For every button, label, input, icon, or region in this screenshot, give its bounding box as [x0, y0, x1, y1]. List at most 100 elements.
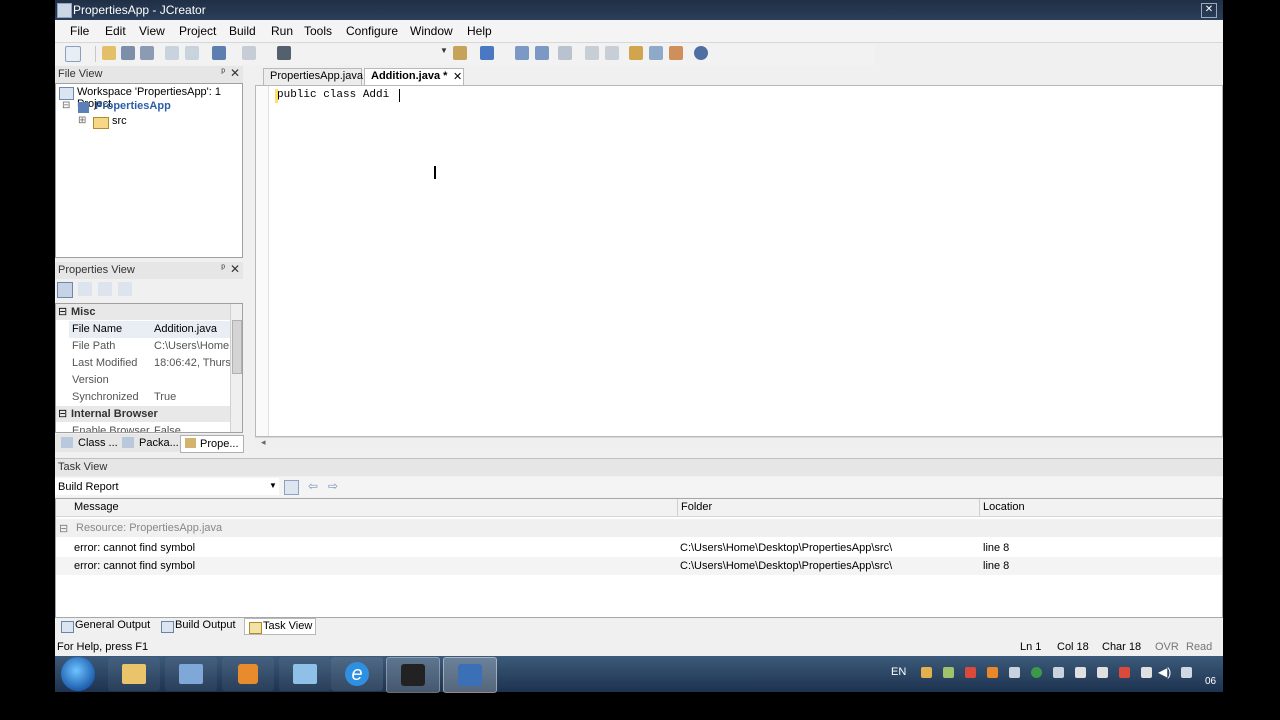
tab-addition-java[interactable]: Addition.java * ✕ — [364, 68, 464, 85]
explorer-taskbar-button[interactable] — [108, 657, 160, 691]
utorrent-icon[interactable] — [1031, 667, 1042, 678]
tray-icon[interactable] — [943, 667, 954, 678]
code-editor[interactable]: public class Addi — [255, 85, 1223, 437]
wand-icon[interactable] — [558, 46, 572, 60]
build-report-select[interactable]: Build Report ▼ — [55, 478, 279, 495]
step-into-icon[interactable] — [535, 46, 549, 60]
collapse-icon[interactable]: ⊟ — [58, 305, 67, 318]
pin-icon[interactable]: ᵖ — [221, 263, 225, 274]
expand-project-icon[interactable]: ⊟ — [62, 100, 70, 111]
collapse-icon[interactable]: ⊟ — [59, 522, 68, 535]
column-folder[interactable]: Folder — [681, 501, 712, 513]
menu-window[interactable]: Window — [410, 24, 453, 38]
menu-tools[interactable]: Tools — [304, 24, 332, 38]
window-icon[interactable] — [649, 46, 663, 60]
expand-src-icon[interactable]: ⊞ — [78, 115, 86, 126]
language-indicator[interactable]: EN — [891, 666, 906, 678]
pin-icon[interactable]: ᵖ — [221, 67, 225, 78]
run-icon[interactable] — [480, 46, 494, 60]
help-icon[interactable] — [694, 46, 708, 60]
resource-group-row[interactable]: ⊟ Resource: PropertiesApp.java — [56, 519, 1222, 537]
menu-run[interactable]: Run — [271, 24, 293, 38]
tab-class-view[interactable]: Class ... — [78, 437, 118, 449]
tray-icon[interactable] — [965, 667, 976, 678]
network-icon[interactable] — [1181, 667, 1192, 678]
tab-properties-view[interactable]: Prope... — [180, 435, 244, 453]
table-row[interactable]: error: cannot find symbol C:\Users\Home\… — [56, 539, 1222, 557]
categorized-icon[interactable] — [57, 282, 73, 298]
jcreator-taskbar-button[interactable] — [443, 657, 497, 693]
collapse-icon[interactable]: ⊟ — [58, 407, 67, 420]
paint-taskbar-button[interactable] — [165, 657, 217, 691]
scroll-left-icon[interactable]: ◂ — [261, 437, 266, 448]
bookmark-icon[interactable] — [629, 46, 643, 60]
paste-icon[interactable] — [185, 46, 199, 60]
property-scrollbar[interactable] — [230, 304, 242, 432]
alphabetical-icon[interactable] — [78, 282, 92, 296]
tab-general-output[interactable]: General Output — [57, 618, 153, 635]
column-location[interactable]: Location — [983, 501, 1025, 513]
tray-icon[interactable] — [1075, 667, 1086, 678]
project-label[interactable]: PropertiesApp — [95, 100, 171, 112]
next-arrow-icon[interactable]: ⇨ — [328, 479, 338, 493]
src-folder-label[interactable]: src — [112, 115, 127, 127]
events-icon[interactable] — [118, 282, 132, 296]
back-arrow-icon[interactable] — [585, 46, 599, 60]
cut-icon[interactable] — [165, 46, 179, 60]
property-row[interactable]: Enable Browser False — [69, 423, 242, 432]
property-row[interactable]: Version — [69, 372, 242, 389]
new-file-icon[interactable] — [65, 46, 81, 62]
menu-help[interactable]: Help — [467, 24, 492, 38]
tab-close-icon[interactable]: ✕ — [453, 70, 462, 83]
close-window-button[interactable]: ✕ — [1201, 3, 1217, 18]
step-icon[interactable] — [515, 46, 529, 60]
tray-icon[interactable] — [1119, 667, 1130, 678]
property-row[interactable]: File Name Addition.java — [69, 321, 242, 338]
tab-propertiesapp-java[interactable]: PropertiesApp.java — [263, 68, 363, 85]
ie-taskbar-button[interactable]: e — [331, 657, 383, 691]
menu-build[interactable]: Build — [229, 24, 256, 38]
find-dropdown-icon[interactable]: ▼ — [440, 46, 448, 60]
volume-icon[interactable]: ◀) — [1158, 665, 1171, 679]
open-folder-icon[interactable] — [102, 46, 116, 60]
forward-arrow-icon[interactable] — [605, 46, 619, 60]
menu-edit[interactable]: Edit — [105, 24, 126, 38]
property-row[interactable]: Last Modified 18:06:42, Thursc — [69, 355, 242, 372]
property-row[interactable]: Synchronized True — [69, 389, 242, 406]
table-row[interactable]: error: cannot find symbol C:\Users\Home\… — [56, 557, 1222, 575]
media-taskbar-button[interactable] — [222, 657, 274, 691]
menu-configure[interactable]: Configure — [346, 24, 398, 38]
menu-view[interactable]: View — [139, 24, 165, 38]
save-all-icon[interactable] — [140, 46, 154, 60]
tray-icon[interactable] — [921, 667, 932, 678]
close-icon[interactable]: ✕ — [230, 66, 240, 80]
clock[interactable]: 06 — [1205, 676, 1216, 687]
tab-task-view[interactable]: Task View — [244, 618, 317, 635]
close-icon[interactable]: ✕ — [230, 262, 240, 276]
edit-task-icon[interactable] — [284, 480, 299, 495]
start-button[interactable] — [61, 657, 95, 691]
editor-horizontal-scrollbar[interactable]: ◂ — [255, 437, 1223, 449]
tray-icon[interactable] — [1009, 667, 1020, 678]
chevron-down-icon[interactable]: ▼ — [269, 481, 277, 490]
tray-icon[interactable] — [1141, 667, 1152, 678]
undo-icon[interactable] — [212, 46, 226, 60]
tray-icon[interactable] — [1053, 667, 1064, 678]
tab-build-output[interactable]: Build Output — [157, 618, 239, 635]
save-icon[interactable] — [121, 46, 135, 60]
menu-file[interactable]: File — [70, 24, 89, 38]
column-message[interactable]: Message — [74, 501, 119, 513]
control-panel-taskbar-button[interactable] — [279, 657, 331, 691]
find-icon[interactable] — [277, 46, 291, 60]
app-taskbar-button[interactable] — [386, 657, 440, 693]
tray-icon[interactable] — [987, 667, 998, 678]
property-row[interactable]: File Path C:\Users\Home — [69, 338, 242, 355]
tab-package-view[interactable]: Packa... — [139, 437, 179, 449]
property-pages-icon[interactable] — [98, 282, 112, 296]
panel-icon[interactable] — [669, 46, 683, 60]
redo-icon[interactable] — [242, 46, 256, 60]
build-project-icon[interactable] — [453, 46, 467, 60]
scrollbar-thumb[interactable] — [232, 320, 242, 374]
prev-arrow-icon[interactable]: ⇦ — [308, 479, 318, 493]
menu-project[interactable]: Project — [179, 24, 216, 38]
